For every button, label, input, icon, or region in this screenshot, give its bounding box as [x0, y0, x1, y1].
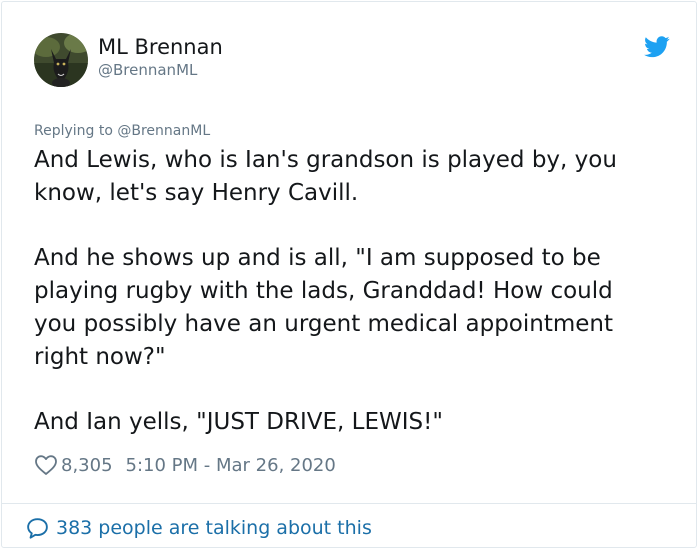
like-count[interactable]: 8,305: [61, 455, 113, 476]
author-handle[interactable]: @BrennanML: [98, 60, 197, 80]
heart-icon[interactable]: [34, 453, 58, 477]
replying-to[interactable]: Replying to @BrennanML: [34, 121, 210, 141]
tweet-paragraph: And he shows up and is all, "I am suppos…: [34, 245, 614, 370]
divider: [2, 503, 696, 504]
tweet-paragraph: And Lewis, who is Ian's grandson is play…: [34, 147, 617, 206]
conversation-label: 383 people are talking about this: [56, 517, 372, 539]
twitter-bird-icon[interactable]: [644, 36, 670, 58]
tweet-meta: 8,305 5:10 PM - Mar 26, 2020: [34, 452, 336, 478]
tweet-paragraph: And Ian yells, "JUST DRIVE, LEWIS!": [34, 409, 443, 435]
timestamp[interactable]: 5:10 PM - Mar 26, 2020: [126, 455, 336, 476]
tweet-text: And Lewis, who is Ian's grandson is play…: [34, 144, 659, 439]
tweet-card: ML Brennan @BrennanML Replying to @Brenn…: [1, 1, 697, 548]
conversation-link[interactable]: 383 people are talking about this: [25, 514, 372, 542]
speech-bubble-icon: [27, 517, 48, 539]
author-name[interactable]: ML Brennan: [98, 34, 223, 60]
avatar-image: [34, 33, 88, 87]
avatar[interactable]: [34, 33, 88, 87]
